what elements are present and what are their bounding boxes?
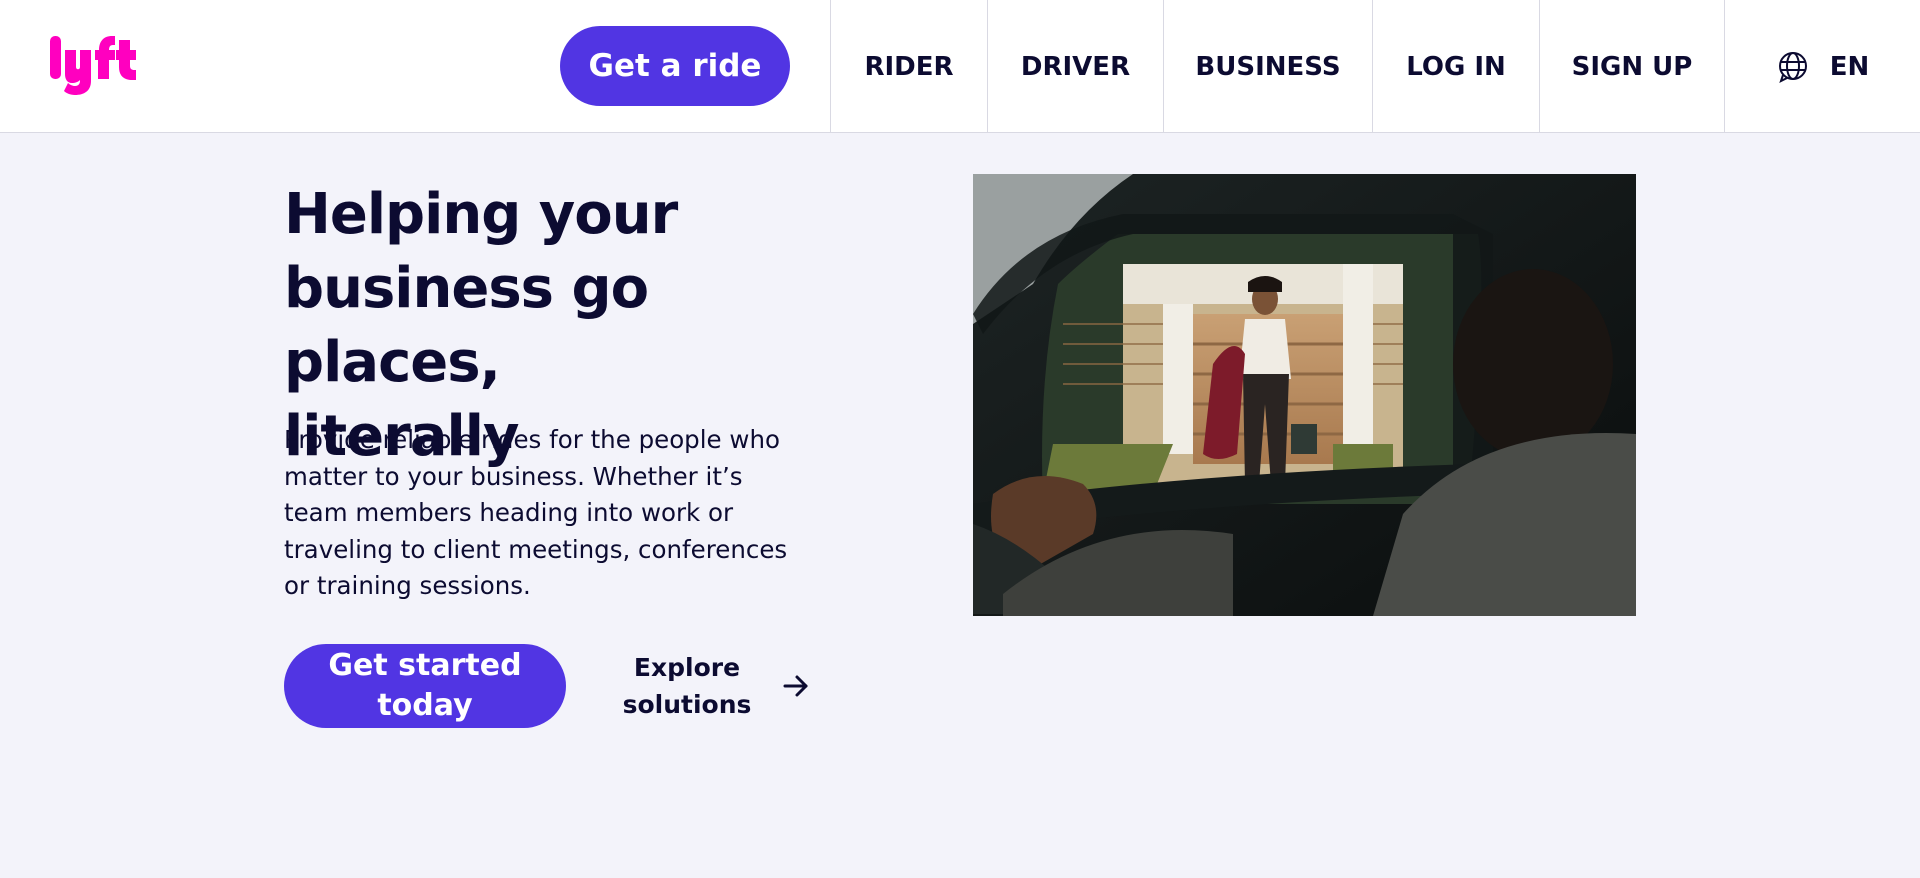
hero-photo <box>973 174 1636 616</box>
lyft-logo[interactable] <box>48 33 138 95</box>
nav-rider-label: RIDER <box>864 51 954 82</box>
nav-log-in-label: LOG IN <box>1406 51 1506 82</box>
nav-driver[interactable]: DRIVER <box>987 0 1163 133</box>
site-header: Get a ride RIDER DRIVER BUSINESS LOG IN … <box>0 0 1920 133</box>
nav-sign-up[interactable]: SIGN UP <box>1539 0 1724 133</box>
hero-description: Provide reliable rides for the people wh… <box>284 425 788 601</box>
language-selector[interactable]: EN <box>1724 0 1920 133</box>
get-started-today-button[interactable]: Get started today <box>284 644 566 728</box>
nav-rider[interactable]: RIDER <box>830 0 987 133</box>
explore-solutions-label: Explore solutions <box>622 653 752 719</box>
explore-solutions-link[interactable]: Explore solutions <box>612 648 810 724</box>
nav-business-label: BUSINESS <box>1195 51 1341 82</box>
headline-line-1: Helping your <box>284 182 678 247</box>
get-a-ride-button[interactable]: Get a ride <box>560 26 790 106</box>
language-label: EN <box>1829 51 1870 82</box>
get-started-label: Get started today <box>328 648 522 723</box>
nav-driver-label: DRIVER <box>1020 51 1131 82</box>
globe-icon <box>1776 50 1810 84</box>
arrow-right-icon <box>782 672 810 700</box>
lyft-logo-icon <box>50 36 136 95</box>
nav-business[interactable]: BUSINESS <box>1163 0 1372 133</box>
nav-log-in[interactable]: LOG IN <box>1372 0 1539 133</box>
nav-sign-up-label: SIGN UP <box>1571 51 1693 82</box>
headline-line-2: business go places, <box>284 256 649 395</box>
